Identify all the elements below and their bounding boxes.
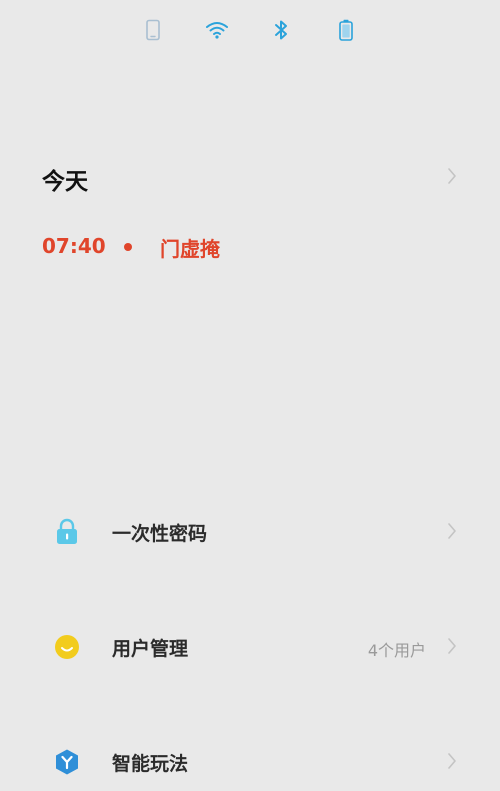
today-row[interactable]: 今天 (42, 150, 462, 202)
wifi-icon (204, 18, 230, 42)
chevron-right-icon (448, 168, 456, 184)
chevron-right-icon (448, 753, 456, 769)
hexagon-y-icon (52, 747, 82, 777)
user-count: 4个用户 (367, 641, 426, 660)
menu-item-label: 一次性密码 (112, 523, 208, 545)
event-dot (124, 243, 132, 251)
menu-item-label: 用户管理 (112, 638, 189, 660)
chevron-right-icon (448, 523, 456, 539)
chevron-right-icon (448, 638, 456, 654)
menu-item-smart-play[interactable]: 智能玩法 (0, 731, 500, 791)
today-title: 今天 (42, 169, 88, 195)
phone-icon (140, 18, 166, 42)
smile-icon (52, 632, 82, 662)
menu-item-user-management[interactable]: 用户管理 4个用户 (0, 616, 500, 676)
event-entry[interactable]: 07:40 门虚掩 (42, 228, 462, 268)
lock-icon (52, 517, 82, 547)
battery-icon (333, 18, 359, 42)
status-icons-row (0, 14, 500, 46)
event-label: 门虚掩 (160, 237, 220, 261)
bluetooth-icon (268, 18, 294, 42)
menu-item-one-time-password[interactable]: 一次性密码 (0, 501, 500, 561)
event-time: 07:40 (42, 234, 106, 258)
